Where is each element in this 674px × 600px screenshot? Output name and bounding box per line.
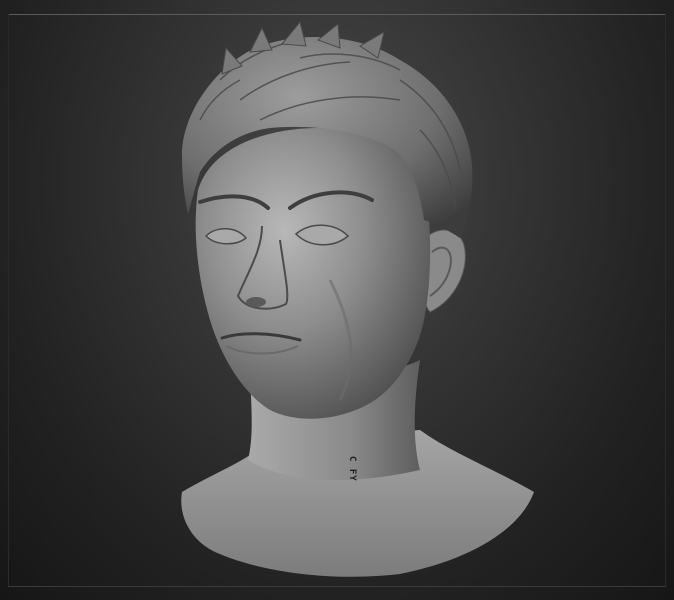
- sculpted-head-model[interactable]: [0, 0, 674, 600]
- 3d-viewport[interactable]: C FY: [0, 0, 674, 600]
- face: [195, 128, 431, 419]
- neck-annotation-text: C FY: [347, 456, 357, 482]
